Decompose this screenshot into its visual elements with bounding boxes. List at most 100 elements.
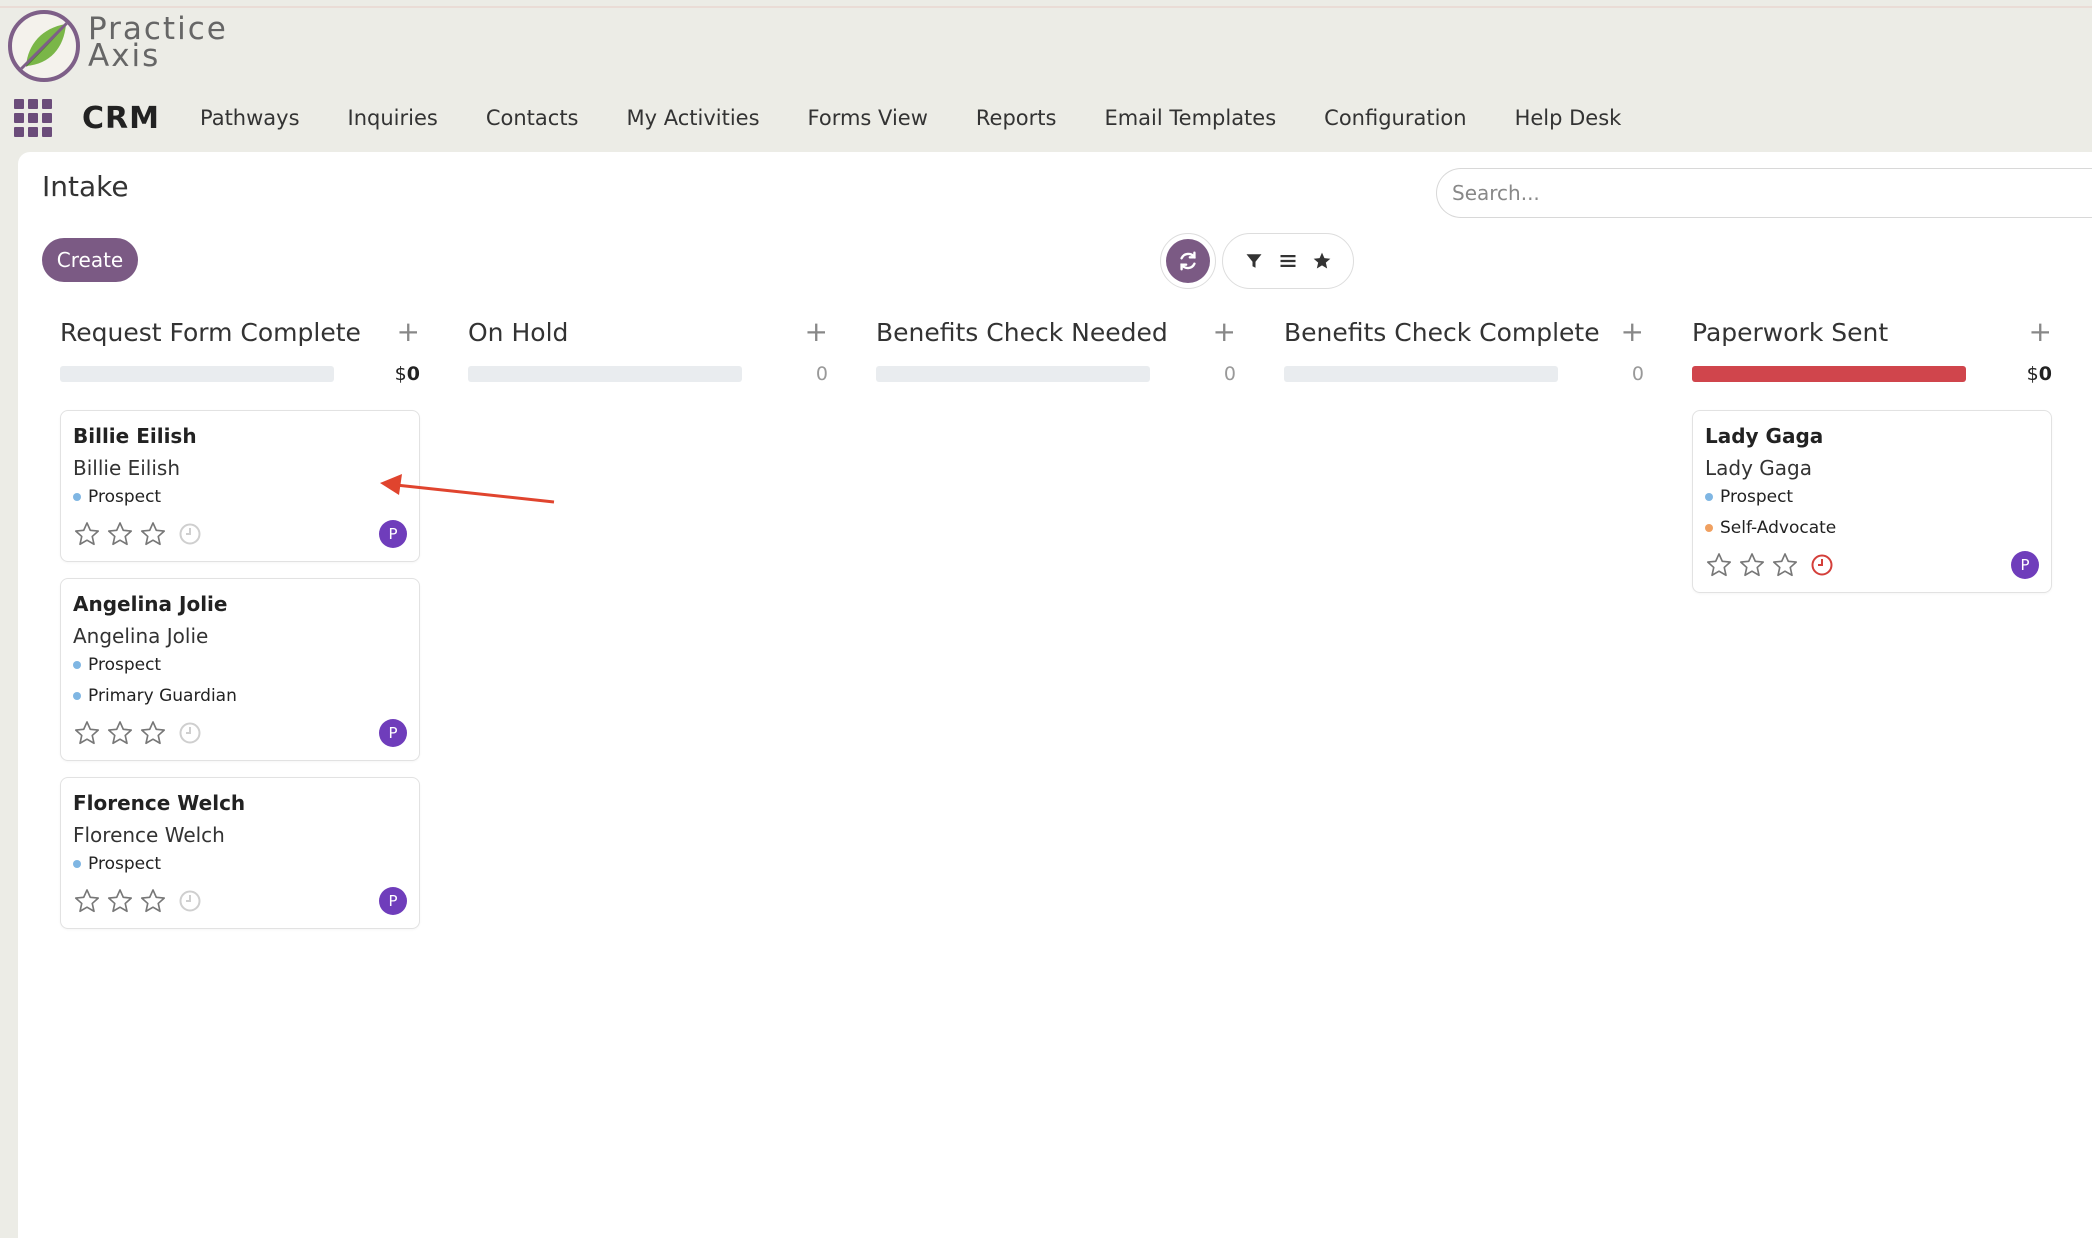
plus-icon[interactable]: + <box>2029 318 2052 346</box>
apps-grid-icon[interactable] <box>14 99 52 137</box>
kanban-column: Benefits Check Complete +0 <box>1284 314 1644 410</box>
avatar[interactable]: P <box>2011 551 2039 579</box>
column-progress-bar[interactable] <box>876 366 1150 382</box>
column-title: Benefits Check Needed <box>876 317 1168 347</box>
clock-icon[interactable] <box>178 522 202 546</box>
column-count: 0 <box>815 363 828 385</box>
column-progress-bar[interactable] <box>1692 366 1966 382</box>
card-contact-name: Florence Welch <box>73 823 225 847</box>
nav-item-my-activities[interactable]: My Activities <box>627 106 760 130</box>
create-button[interactable]: Create <box>42 238 138 282</box>
tag-label: Prospect <box>1720 487 1794 507</box>
star-outline-icon[interactable] <box>1771 551 1799 579</box>
avatar[interactable]: P <box>379 887 407 915</box>
card-title: Florence Welch <box>73 791 246 815</box>
tag: Self-Advocate <box>1705 516 2039 540</box>
star-outline-icon[interactable] <box>106 520 134 548</box>
tag: Prospect <box>73 852 407 876</box>
star-outline-icon[interactable] <box>139 887 167 915</box>
card-title: Angelina Jolie <box>73 592 228 616</box>
column-header: On Hold + <box>468 314 828 350</box>
nav-item-help-desk[interactable]: Help Desk <box>1515 106 1622 130</box>
nav-item-configuration[interactable]: Configuration <box>1324 106 1466 130</box>
kanban-card[interactable]: Lady Gaga Lady Gaga Prospect Self-Advocate P <box>1692 410 2052 593</box>
avatar[interactable]: P <box>379 520 407 548</box>
column-progress-bar[interactable] <box>1284 366 1558 382</box>
priority-stars <box>1705 551 1834 579</box>
star-outline-icon[interactable] <box>139 719 167 747</box>
plus-icon[interactable]: + <box>1621 318 1644 346</box>
star-outline-icon[interactable] <box>106 887 134 915</box>
column-title: Request Form Complete <box>60 317 361 347</box>
tag-color-dot <box>73 493 81 501</box>
tag-label: Prospect <box>88 655 162 675</box>
column-title: Paperwork Sent <box>1692 317 1889 347</box>
column-progress-row: $0 <box>1692 362 2052 386</box>
star-outline-icon[interactable] <box>139 520 167 548</box>
favorites-star-icon[interactable] <box>1308 247 1336 275</box>
column-header: Benefits Check Complete + <box>1284 314 1644 350</box>
star-outline-icon[interactable] <box>1738 551 1766 579</box>
top-nav: CRM Pathways Inquiries Contacts My Activ… <box>14 96 1669 140</box>
nav-item-forms-view[interactable]: Forms View <box>808 106 928 130</box>
clock-icon[interactable] <box>178 889 202 913</box>
kanban-card[interactable]: Angelina Jolie Angelina Jolie Prospect Prim… <box>60 578 420 761</box>
plus-icon[interactable]: + <box>397 318 420 346</box>
card-contact-name: Angelina Jolie <box>73 624 209 648</box>
filter-icon[interactable] <box>1240 247 1268 275</box>
star-outline-icon[interactable] <box>73 520 101 548</box>
column-sum: $0 <box>394 363 420 385</box>
tag: Prospect <box>73 653 407 677</box>
tag-color-dot <box>73 692 81 700</box>
brand-line-2: Axis <box>88 38 161 74</box>
column-progress-row: 0 <box>468 362 828 386</box>
column-title: Benefits Check Complete <box>1284 317 1600 347</box>
nav-item-inquiries[interactable]: Inquiries <box>348 106 438 130</box>
brand[interactable]: Practice Axis <box>8 10 228 82</box>
kanban-column: On Hold +0 <box>468 314 828 410</box>
top-border-line <box>0 6 2092 8</box>
nav-item-email-templates[interactable]: Email Templates <box>1104 106 1276 130</box>
priority-stars <box>73 520 202 548</box>
column-header: Benefits Check Needed + <box>876 314 1236 350</box>
search-input[interactable] <box>1436 168 2092 218</box>
kanban-card[interactable]: Billie Eilish Billie Eilish Prospect P <box>60 410 420 562</box>
priority-stars <box>73 887 202 915</box>
tag: Primary Guardian <box>73 684 407 708</box>
kanban-column: Request Form Complete + $0 Billie Eilish Bil… <box>60 314 420 945</box>
card-title: Billie Eilish <box>73 424 197 448</box>
plus-icon[interactable]: + <box>1213 318 1236 346</box>
column-progress-row: $0 <box>60 362 420 386</box>
avatar[interactable]: P <box>379 719 407 747</box>
group-by-icon[interactable] <box>1274 247 1302 275</box>
tag-label: Prospect <box>88 487 162 507</box>
star-outline-icon[interactable] <box>73 719 101 747</box>
column-count: 0 <box>1223 363 1236 385</box>
nav-item-pathways[interactable]: Pathways <box>200 106 300 130</box>
column-progress-bar[interactable] <box>60 366 334 382</box>
tag-color-dot <box>1705 524 1713 532</box>
star-outline-icon[interactable] <box>1705 551 1733 579</box>
star-outline-icon[interactable] <box>106 719 134 747</box>
nav-item-contacts[interactable]: Contacts <box>486 106 579 130</box>
column-header: Request Form Complete + <box>60 314 420 350</box>
column-cards: Lady Gaga Lady Gaga Prospect Self-Advocate P <box>1692 410 2052 593</box>
tag-label: Self-Advocate <box>1720 518 1837 538</box>
tag-color-dot <box>73 661 81 669</box>
page-title: Intake <box>42 170 129 203</box>
card-footer: P <box>1705 550 2039 580</box>
clock-icon[interactable] <box>1810 553 1834 577</box>
clock-icon[interactable] <box>178 721 202 745</box>
plus-icon[interactable]: + <box>805 318 828 346</box>
column-progress-bar[interactable] <box>468 366 742 382</box>
kanban-card[interactable]: Florence Welch Florence Welch Prospect P <box>60 777 420 929</box>
tag: Prospect <box>73 485 407 509</box>
card-title: Lady Gaga <box>1705 424 1824 448</box>
refresh-button[interactable] <box>1160 233 1216 289</box>
tag: Prospect <box>1705 485 2039 509</box>
column-title: On Hold <box>468 317 569 347</box>
star-outline-icon[interactable] <box>73 887 101 915</box>
nav-item-reports[interactable]: Reports <box>976 106 1057 130</box>
tag-label: Prospect <box>88 854 162 874</box>
nav-app-name[interactable]: CRM <box>82 101 160 136</box>
